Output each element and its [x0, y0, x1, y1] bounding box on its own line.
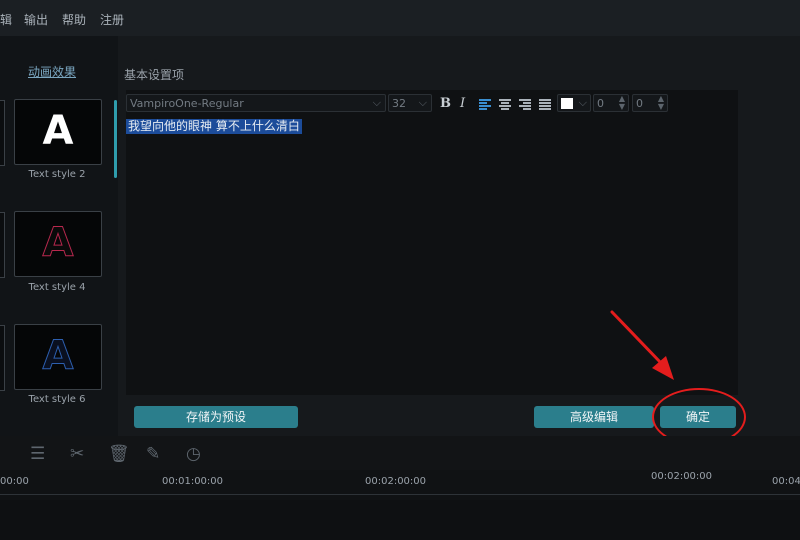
timecode: 00:00 — [0, 476, 29, 487]
section-title: 基本设置项 — [124, 68, 185, 82]
align-justify-icon[interactable] — [539, 99, 551, 110]
chevron-down-icon: ⌵ — [418, 96, 427, 109]
font-family-value: VampiroOne-Regular — [130, 97, 244, 110]
timecode: 00:01:00:00 — [162, 476, 224, 487]
text-style-4-label: Text style 4 — [28, 282, 86, 293]
text-style-4-thumb[interactable]: A — [14, 211, 102, 277]
stepper-arrows-icon: ▲ ▼ — [618, 94, 625, 111]
align-center-icon[interactable] — [499, 99, 511, 110]
selected-text[interactable]: 我望向他的眼神 算不上什么清白 — [126, 119, 302, 134]
font-family-select[interactable]: VampiroOne-Regular ⌵ — [126, 94, 386, 112]
color-swatch — [561, 98, 573, 109]
align-right-icon[interactable] — [519, 99, 531, 110]
text-style-6-thumb[interactable]: A — [14, 324, 102, 390]
spacing-stepper-1[interactable]: 0 ▲ ▼ — [593, 94, 629, 112]
clock-icon[interactable]: ◷ — [186, 444, 201, 464]
animation-effects-tab[interactable]: 动画效果 — [28, 63, 76, 80]
timecode: 00:02:00:00 — [651, 471, 713, 482]
menu-export[interactable]: 输出 — [24, 11, 48, 28]
chevron-down-icon: ⌵ — [372, 96, 381, 109]
style-thumb-partial[interactable] — [0, 100, 5, 166]
style-thumb-partial[interactable] — [0, 325, 5, 391]
ruler-baseline — [0, 494, 800, 495]
spacing-value-2: 0 — [636, 97, 643, 110]
save-preset-button[interactable]: 存储为预设 — [134, 406, 298, 428]
menu-help[interactable]: 帮助 — [62, 11, 86, 28]
menu-bar: 辑 输出 帮助 注册 — [0, 0, 800, 36]
align-left-icon[interactable] — [479, 99, 491, 110]
style-preview-letter: A — [42, 333, 74, 380]
style-preview-letter: A — [42, 108, 74, 154]
spacing-stepper-2[interactable]: 0 ▲ ▼ — [632, 94, 668, 112]
chevron-down-icon: ⌵ — [578, 96, 587, 109]
cut-icon[interactable]: ✂ — [70, 444, 84, 464]
italic-button[interactable]: I — [460, 96, 465, 111]
text-style-2-label: Text style 2 — [28, 169, 86, 180]
advanced-edit-button[interactable]: 高级编辑 — [534, 406, 654, 428]
font-size-value: 32 — [392, 97, 406, 110]
edit-icon[interactable]: ✎ — [146, 444, 160, 464]
text-color-picker[interactable]: ⌵ — [557, 94, 591, 112]
menu-edit[interactable]: 辑 — [0, 11, 12, 28]
style-preview-letter: A — [42, 220, 74, 267]
text-style-2-thumb[interactable]: A — [14, 99, 102, 165]
spacing-value-1: 0 — [597, 97, 604, 110]
panel-scrollbar[interactable] — [114, 100, 117, 178]
delete-icon[interactable]: 🗑 — [108, 444, 130, 464]
timeline-track[interactable] — [0, 500, 800, 540]
bold-button[interactable]: B — [440, 96, 451, 111]
timecode: 00:04 — [772, 476, 800, 487]
annotation-arrow — [610, 310, 674, 380]
text-style-6-label: Text style 6 — [28, 394, 86, 405]
menu-register[interactable]: 注册 — [100, 11, 124, 28]
timecode: 00:02:00:00 — [365, 476, 427, 487]
font-size-select[interactable]: 32 ⌵ — [388, 94, 432, 112]
style-thumb-partial[interactable] — [0, 212, 5, 278]
stepper-arrows-icon: ▲ ▼ — [657, 94, 664, 111]
adjust-icon[interactable]: ☰ — [30, 444, 45, 464]
